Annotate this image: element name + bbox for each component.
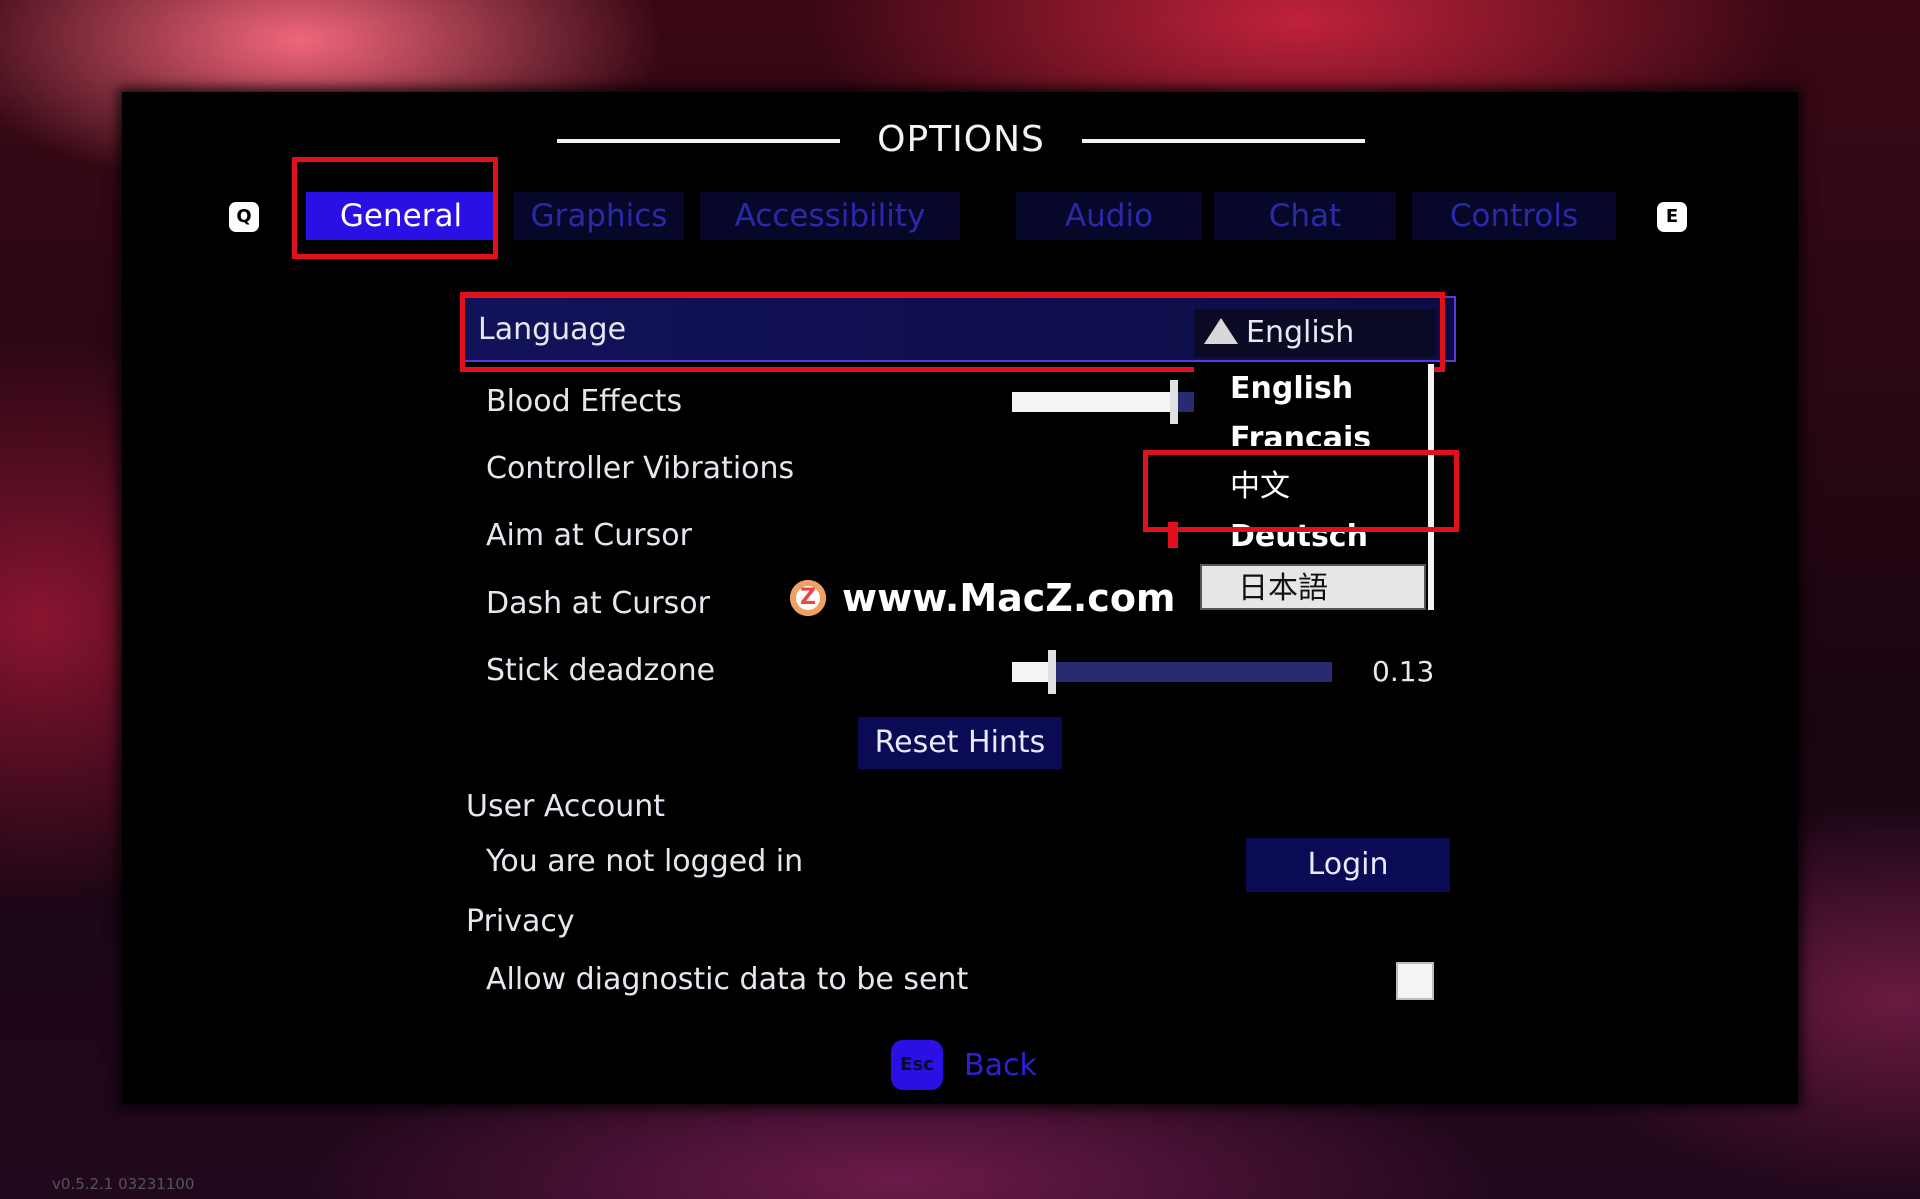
prev-tab-key[interactable]: Q (229, 202, 259, 232)
language-option-chinese[interactable]: 中文 (1194, 464, 1424, 510)
blood-effects-slider-fill (1012, 392, 1172, 412)
tab-general[interactable]: General (306, 192, 496, 240)
stick-deadzone-label: Stick deadzone (486, 653, 716, 688)
diagnostic-data-label: Allow diagnostic data to be sent (486, 962, 969, 997)
login-button[interactable]: Login (1246, 838, 1450, 892)
stick-deadzone-slider-thumb[interactable] (1048, 650, 1056, 694)
language-option-japanese[interactable]: 日本語 (1200, 564, 1426, 610)
controller-vibrations-label: Controller Vibrations (486, 451, 795, 486)
back-button[interactable]: Back (964, 1048, 1037, 1083)
stick-deadzone-slider-fill (1012, 662, 1050, 682)
title-row: OPTIONS (122, 112, 1798, 168)
watermark-text: www.MacZ.com (842, 576, 1176, 620)
next-tab-key[interactable]: E (1657, 202, 1687, 232)
user-account-heading: User Account (466, 789, 666, 824)
tab-chat[interactable]: Chat (1214, 192, 1396, 240)
tab-audio[interactable]: Audio (1016, 192, 1202, 240)
language-dropdown-list: English Français 中文 Deutsch 日本語 (1194, 364, 1434, 610)
stick-deadzone-slider[interactable] (1012, 662, 1332, 682)
language-value: English (1246, 315, 1355, 350)
title-divider-left (557, 139, 840, 143)
stick-deadzone-value: 0.13 (1372, 655, 1435, 688)
watermark-logo-icon: Z (790, 580, 826, 616)
language-option-deutsch[interactable]: Deutsch (1194, 514, 1424, 560)
diagnostic-data-checkbox[interactable] (1396, 962, 1434, 1000)
triangle-up-icon (1204, 318, 1238, 344)
tab-accessibility[interactable]: Accessibility (700, 192, 960, 240)
aim-at-cursor-label: Aim at Cursor (486, 518, 692, 553)
esc-key[interactable]: Esc (891, 1040, 943, 1090)
version-label: v0.5.2.1 03231100 (52, 1175, 195, 1193)
blood-effects-label: Blood Effects (486, 384, 683, 419)
login-status-text: You are not logged in (486, 844, 804, 879)
privacy-heading: Privacy (466, 904, 575, 939)
highlight-box-tick (1168, 522, 1178, 548)
blood-effects-slider-thumb[interactable] (1170, 380, 1178, 424)
title-divider-right (1082, 139, 1365, 143)
reset-hints-button[interactable]: Reset Hints (858, 717, 1062, 769)
language-option-english[interactable]: English (1194, 366, 1424, 412)
tab-graphics[interactable]: Graphics (514, 192, 684, 240)
tab-controls[interactable]: Controls (1412, 192, 1616, 240)
page-title: OPTIONS (877, 119, 1045, 160)
language-option-francais[interactable]: Français (1194, 416, 1424, 446)
language-dropdown[interactable]: English (1194, 309, 1436, 357)
dash-at-cursor-label: Dash at Cursor (486, 586, 710, 621)
language-label: Language (478, 312, 627, 347)
